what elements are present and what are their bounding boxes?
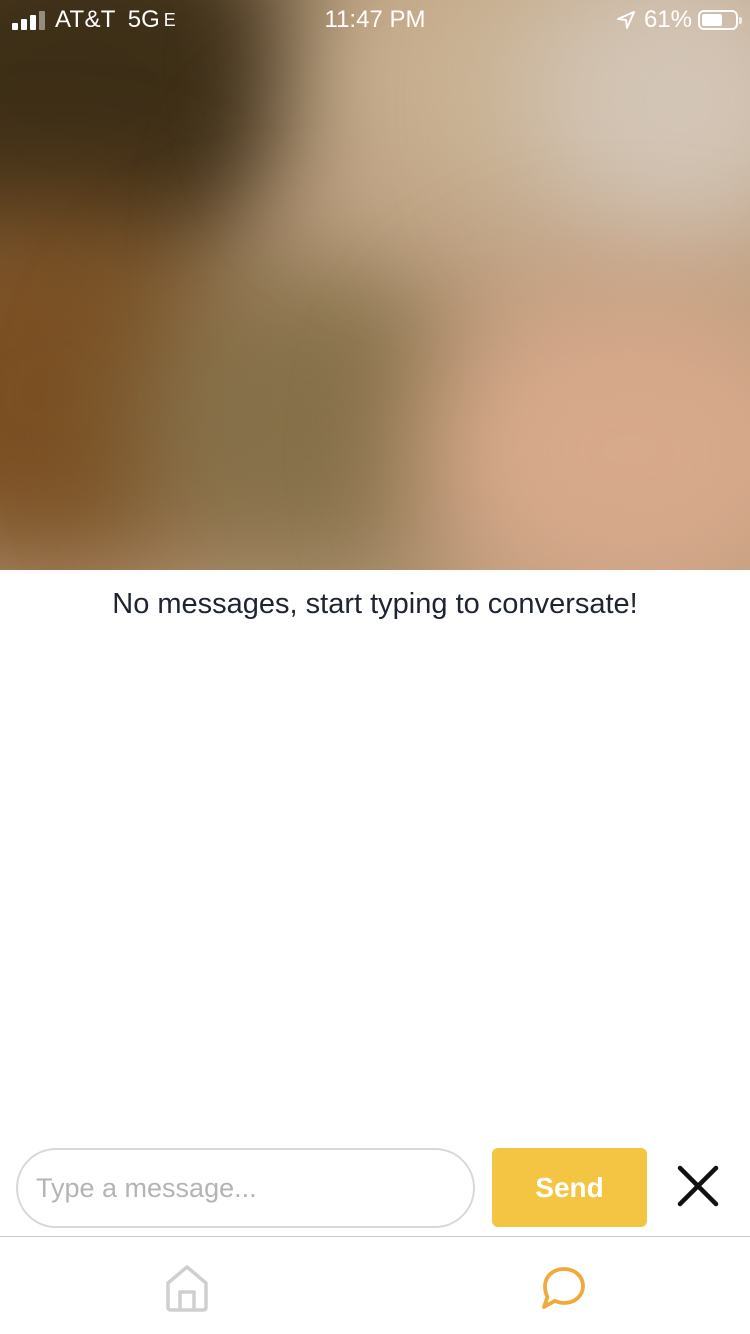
tab-chat[interactable] [375, 1237, 750, 1334]
message-input[interactable] [16, 1148, 475, 1228]
close-button[interactable] [670, 1158, 726, 1214]
tab-home[interactable] [0, 1237, 375, 1334]
location-arrow-icon [616, 11, 635, 29]
status-bar: AT&T 5G E 11:47 PM 61% [0, 0, 750, 40]
empty-messages-text: No messages, start typing to conversate! [112, 588, 638, 620]
status-right: 61% [616, 6, 742, 34]
home-icon [166, 1265, 208, 1312]
chat-bubble-icon [542, 1267, 585, 1309]
send-button[interactable]: Send [492, 1148, 647, 1227]
close-icon [677, 1165, 719, 1207]
chat-screen: AT&T 5G E 11:47 PM 61% No messages, star… [0, 0, 750, 1334]
battery-icon [698, 10, 742, 30]
battery-percent: 61% [643, 6, 692, 33]
tab-bar [0, 1236, 750, 1334]
message-composer: Send [0, 1146, 750, 1230]
video-feed [0, 0, 750, 570]
